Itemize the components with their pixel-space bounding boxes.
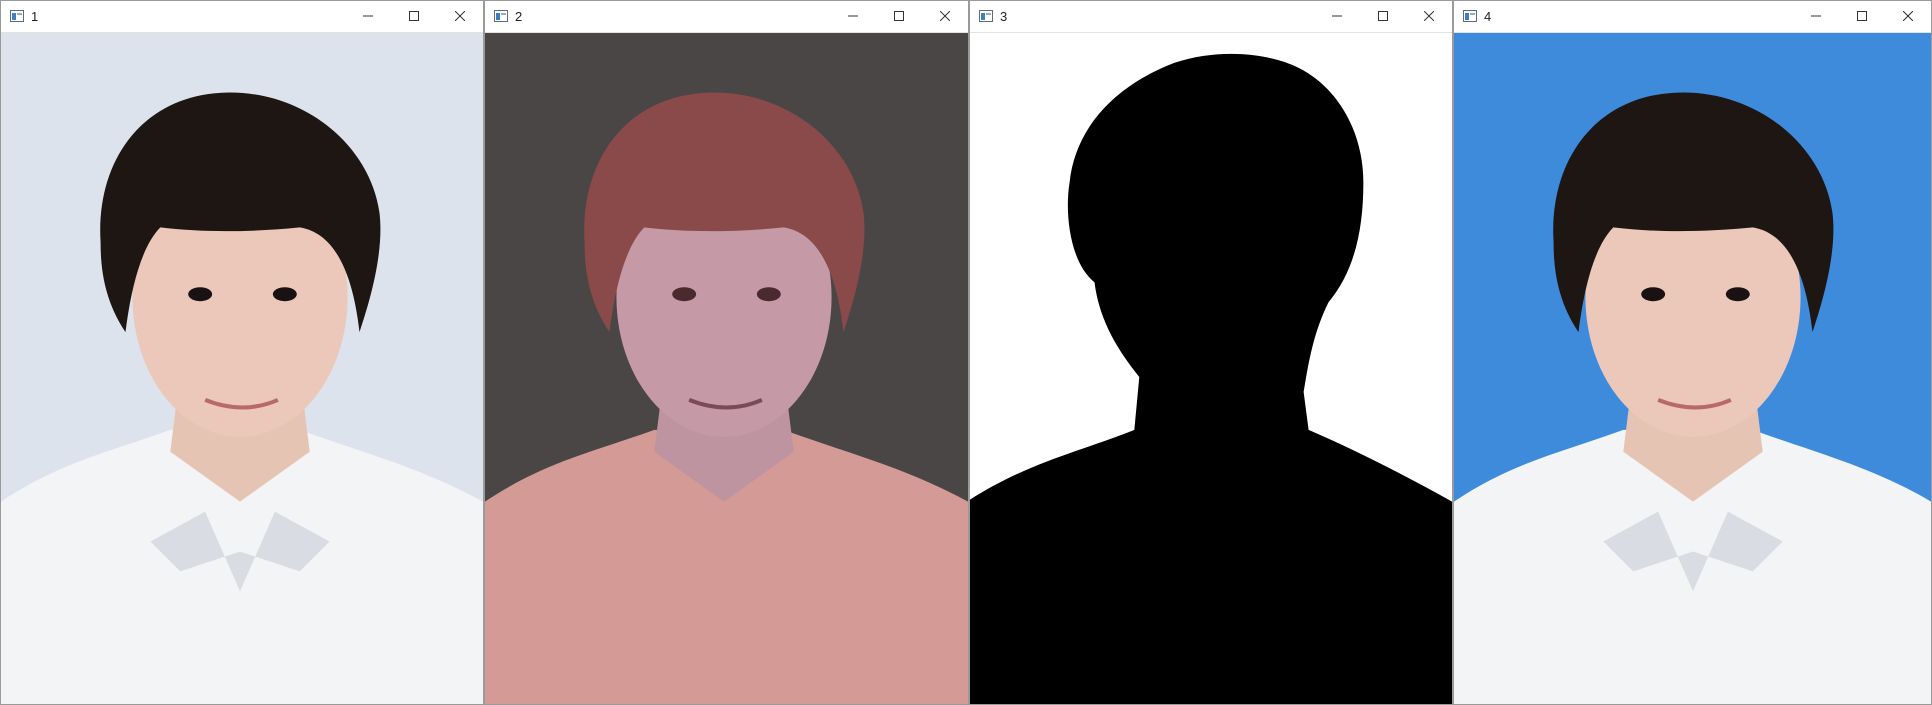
window-app-icon — [1463, 10, 1477, 22]
close-button[interactable] — [437, 1, 483, 32]
image-window-2[interactable]: 2 — [484, 0, 969, 705]
image-canvas — [1454, 33, 1931, 704]
maximize-icon — [1378, 11, 1388, 21]
maximize-button[interactable] — [1839, 1, 1885, 32]
minimize-button[interactable] — [1314, 1, 1360, 32]
binary-mask-image — [970, 33, 1452, 704]
maximize-button[interactable] — [1360, 1, 1406, 32]
window-app-icon — [494, 10, 508, 22]
close-button[interactable] — [922, 1, 968, 32]
window-app-icon — [979, 10, 993, 22]
image-window-3[interactable]: 3 — [969, 0, 1453, 705]
minimize-button[interactable] — [345, 1, 391, 32]
image-canvas — [1, 33, 483, 704]
maximize-icon — [894, 11, 904, 21]
close-icon — [1424, 11, 1434, 21]
desktop: 1 2 3 4 — [0, 0, 1932, 705]
maximize-button[interactable] — [391, 1, 437, 32]
title-bar[interactable]: 1 — [1, 1, 483, 33]
minimize-icon — [1811, 15, 1821, 17]
image-window-4[interactable]: 4 — [1453, 0, 1932, 705]
minimize-icon — [363, 15, 373, 17]
maximize-icon — [409, 11, 419, 21]
segmentation-overlay-image — [485, 33, 968, 704]
image-window-1[interactable]: 1 — [0, 0, 484, 705]
window-title: 2 — [515, 9, 523, 24]
window-title: 3 — [1000, 9, 1008, 24]
window-title: 4 — [1484, 9, 1492, 24]
close-icon — [940, 11, 950, 21]
window-title: 1 — [31, 9, 39, 24]
window-app-icon — [10, 10, 24, 22]
portrait-photo — [1, 33, 483, 704]
maximize-button[interactable] — [876, 1, 922, 32]
title-bar[interactable]: 3 — [970, 1, 1452, 33]
minimize-button[interactable] — [830, 1, 876, 32]
image-canvas — [970, 33, 1452, 704]
title-bar[interactable]: 4 — [1454, 1, 1931, 33]
minimize-icon — [1332, 15, 1342, 17]
close-button[interactable] — [1885, 1, 1931, 32]
minimize-button[interactable] — [1793, 1, 1839, 32]
title-bar[interactable]: 2 — [485, 1, 968, 33]
close-icon — [1903, 11, 1913, 21]
close-icon — [455, 11, 465, 21]
blue-background-photo — [1454, 33, 1931, 704]
image-canvas — [485, 33, 968, 704]
minimize-icon — [848, 15, 858, 17]
maximize-icon — [1857, 11, 1867, 21]
close-button[interactable] — [1406, 1, 1452, 32]
